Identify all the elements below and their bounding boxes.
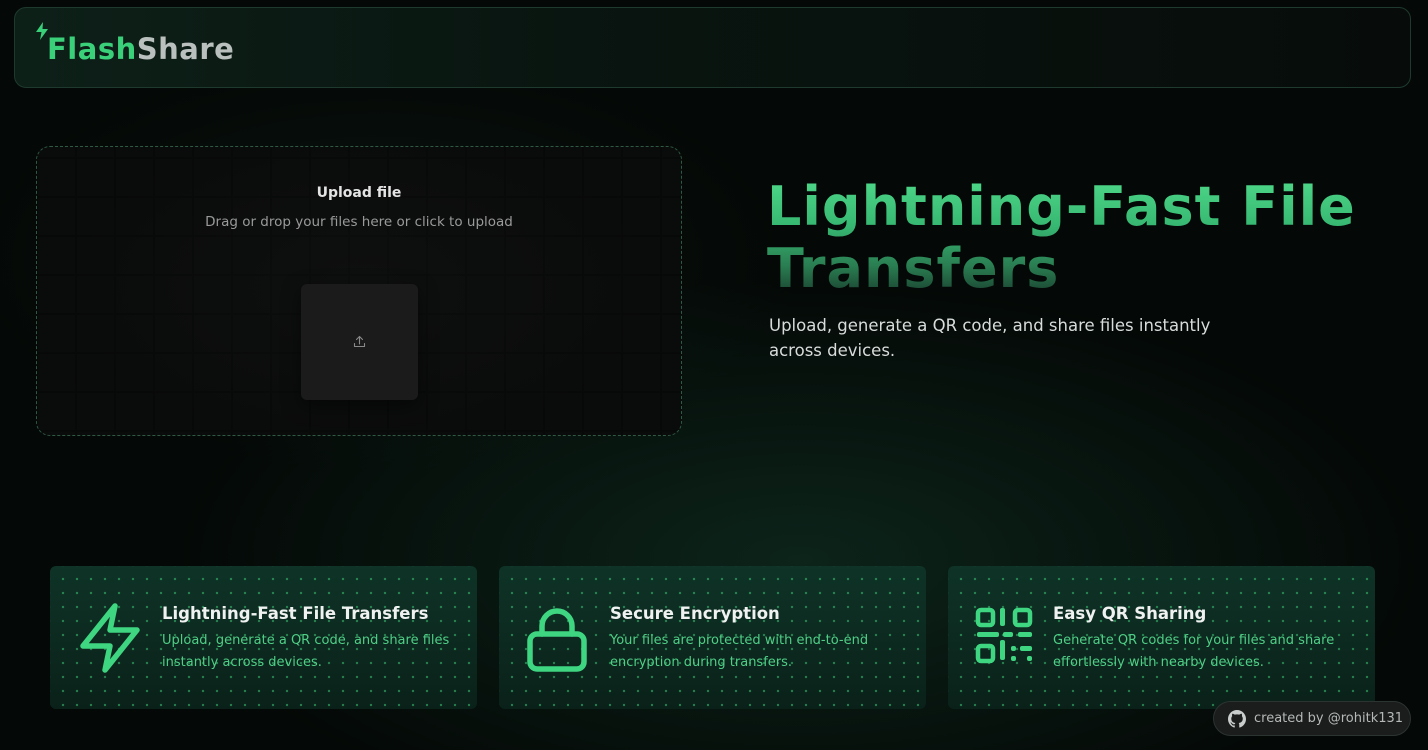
qr-code-icon (975, 607, 1033, 664)
file-upload-dropzone[interactable]: Upload file Drag or drop your files here… (36, 146, 682, 436)
feature-card-fast-transfers: Lightning-Fast File Transfers Upload, ge… (50, 566, 477, 709)
credit-text: created by @rohitk131 (1254, 711, 1404, 726)
feature-description: Upload, generate a QR code, and share fi… (162, 633, 450, 670)
feature-title: Easy QR Sharing (1053, 604, 1207, 623)
feature-description: Your files are protected with end-to-end… (610, 633, 869, 670)
upload-title: Upload file (316, 185, 402, 201)
feature-title: Secure Encryption (610, 604, 780, 623)
hero-subtitle: Upload, generate a QR code, and share fi… (769, 316, 1211, 360)
github-icon (1228, 709, 1246, 728)
lightning-bolt-icon (80, 603, 140, 673)
brand-name: FlashShare (47, 32, 234, 66)
github-credit-link[interactable]: created by @rohitk131 (1213, 701, 1411, 736)
brand-name-share: Share (136, 32, 235, 66)
feature-title: Lightning-Fast File Transfers (162, 604, 429, 623)
upload-icon (353, 335, 366, 348)
upload-instructions: Drag or drop your files here or click to… (205, 214, 513, 230)
upload-button[interactable] (301, 284, 418, 400)
lock-icon (527, 608, 587, 672)
feature-card-encryption: Secure Encryption Your files are protect… (499, 566, 926, 709)
feature-card-qr-sharing: Easy QR Sharing Generate QR codes for yo… (948, 566, 1375, 709)
top-navbar: FlashShare (14, 7, 1411, 88)
feature-description: Generate QR codes for your files and sha… (1053, 633, 1335, 670)
brand-name-flash: Flash (47, 32, 137, 66)
hero-title: Lightning-Fast File Transfers (767, 176, 1407, 300)
